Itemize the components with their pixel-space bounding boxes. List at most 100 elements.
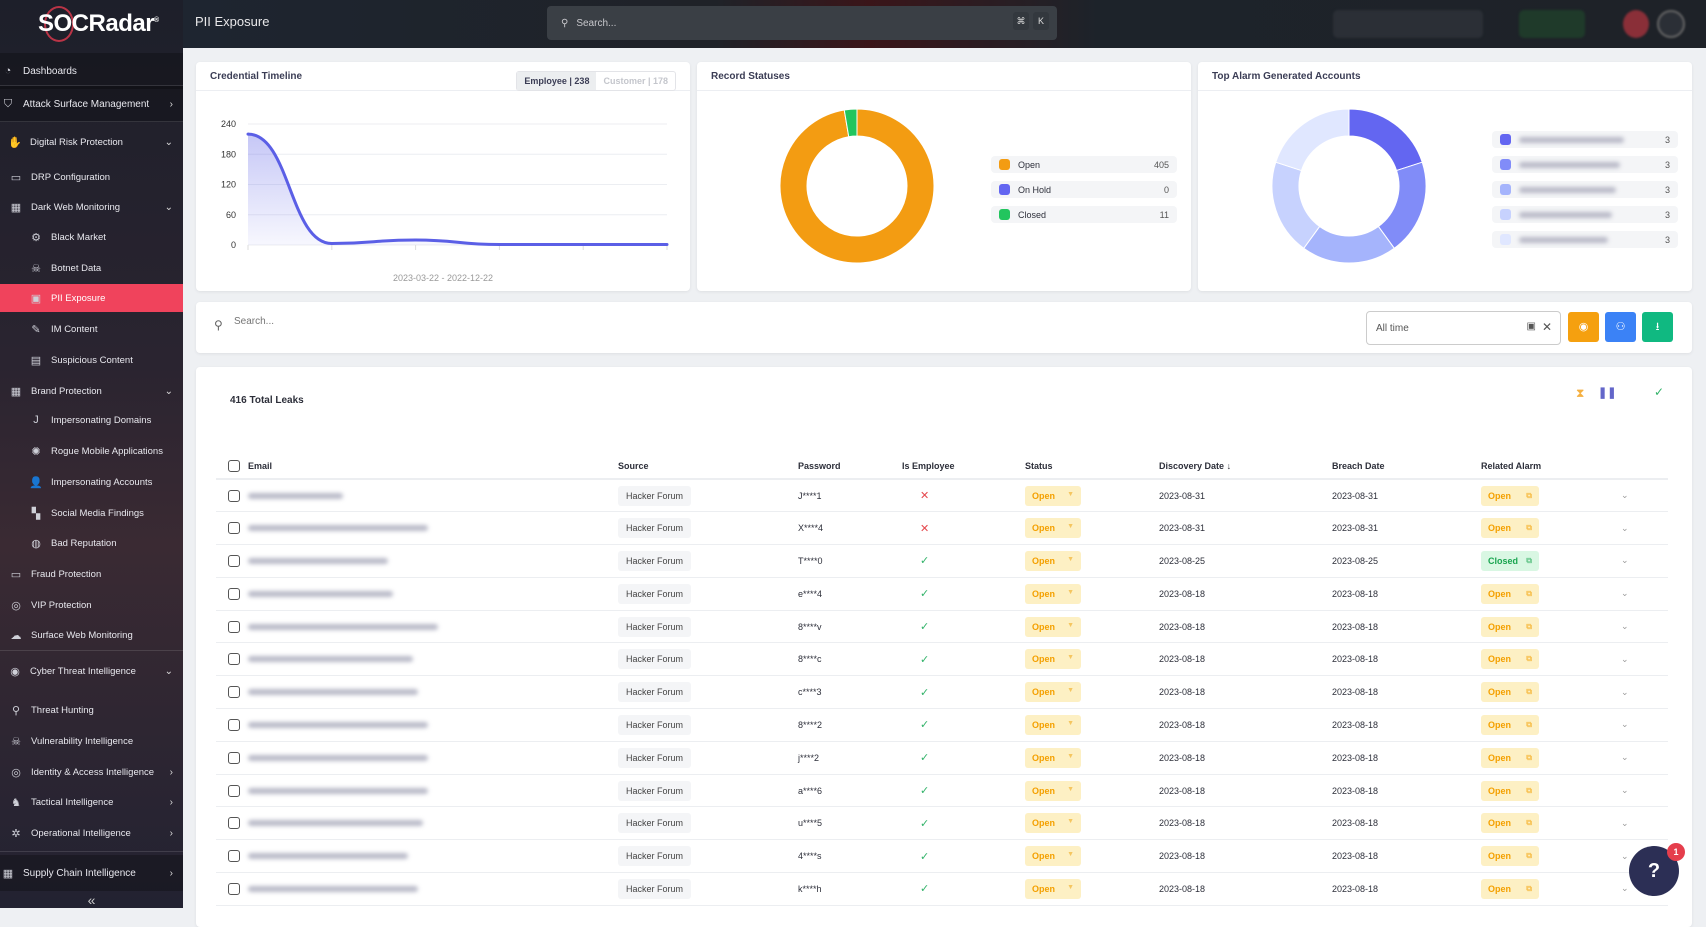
sidebar-item-surface-web-monitoring[interactable]: ☁ Surface Web Monitoring: [0, 621, 183, 649]
sidebar-item-bad-reputation[interactable]: ◍ Bad Reputation: [0, 529, 183, 557]
chevron-icon[interactable]: ›: [170, 868, 173, 879]
sidebar-item-suspicious-content[interactable]: ▤ Suspicious Content: [0, 346, 183, 374]
expand-row-icon[interactable]: ⌄: [1621, 687, 1629, 697]
socradar-logo[interactable]: SOCRadar®: [38, 6, 159, 42]
sort-desc-icon[interactable]: ↓: [1227, 461, 1232, 471]
global-search[interactable]: ⚲ Search... ⌘ K: [547, 6, 1057, 40]
row-checkbox[interactable]: [228, 653, 240, 666]
email-redacted[interactable]: [248, 590, 393, 597]
donut-slice[interactable]: [1348, 108, 1423, 172]
user-settings-button[interactable]: ⚇: [1605, 312, 1636, 342]
expand-row-icon[interactable]: ⌄: [1621, 851, 1629, 861]
legend-item[interactable]: 3: [1492, 131, 1678, 148]
table-row[interactable]: Hacker Forum 8****v ✓ Open ▼ 2023-08-18 2…: [216, 610, 1668, 644]
donut-slice[interactable]: [1275, 108, 1350, 172]
collapse-icon[interactable]: «: [88, 892, 96, 908]
sidebar-item-cyber-threat-intelligence[interactable]: ◉ Cyber Threat Intelligence ⌄: [0, 657, 183, 685]
status-dropdown[interactable]: Open ▼: [1025, 616, 1081, 637]
row-checkbox[interactable]: [228, 850, 240, 863]
status-dropdown[interactable]: Open ▼: [1025, 518, 1081, 539]
status-dropdown[interactable]: Open ▼: [1025, 485, 1081, 506]
row-checkbox[interactable]: [228, 522, 240, 535]
email-redacted[interactable]: [248, 689, 418, 696]
table-row[interactable]: Hacker Forum u****5 ✓ Open ▼ 2023-08-18 2…: [216, 806, 1668, 841]
table-row[interactable]: Hacker Forum 8****2 ✓ Open ▼ 2023-08-18 2…: [216, 708, 1668, 742]
legend-item[interactable]: 3: [1492, 156, 1678, 173]
hourglass-icon[interactable]: ⧗: [1576, 386, 1584, 401]
timeline-point[interactable]: [414, 238, 418, 242]
help-chat-button[interactable]: ? 1: [1629, 843, 1685, 896]
expand-row-icon[interactable]: ⌄: [1621, 621, 1629, 631]
collapse-sidebar-button[interactable]: «: [0, 886, 183, 914]
col-status[interactable]: Status: [1025, 453, 1159, 480]
row-checkbox[interactable]: [228, 489, 240, 502]
company-selector[interactable]: [1333, 10, 1483, 38]
related-alarm-link[interactable]: Open ⧉: [1481, 846, 1539, 867]
tab-customer[interactable]: Customer | 178: [596, 72, 675, 90]
related-alarm-link[interactable]: Open ⧉: [1481, 518, 1539, 539]
sidebar-item-fraud-protection[interactable]: ▭ Fraud Protection: [0, 560, 183, 588]
legend-item[interactable]: 3: [1492, 231, 1678, 248]
status-button[interactable]: [1519, 10, 1585, 38]
timeline-point[interactable]: [581, 242, 585, 246]
row-checkbox[interactable]: [228, 554, 240, 567]
chevron-icon[interactable]: ⌄: [165, 386, 173, 397]
sidebar-item-attack-surface-management[interactable]: ⛉ Attack Surface Management ›: [0, 86, 183, 122]
table-row[interactable]: Hacker Forum k****h ✓ Open ▼ 2023-08-18 2…: [216, 872, 1668, 906]
chevron-icon[interactable]: ⌄: [165, 137, 173, 148]
user-avatar[interactable]: [1657, 10, 1685, 38]
email-redacted[interactable]: [248, 853, 408, 860]
sidebar-item-brand-protection[interactable]: ▦ Brand Protection ⌄: [0, 377, 183, 405]
sidebar-item-impersonating-accounts[interactable]: 👤 Impersonating Accounts: [0, 468, 183, 496]
related-alarm-link[interactable]: Open ⧉: [1481, 616, 1539, 637]
sidebar-item-black-market[interactable]: ⚙ Black Market: [0, 223, 183, 251]
related-alarm-link[interactable]: Closed ⧉: [1481, 550, 1539, 571]
table-row[interactable]: Hacker Forum 8****c ✓ Open ▼ 2023-08-18 2…: [216, 642, 1668, 677]
expand-row-icon[interactable]: ⌄: [1621, 588, 1629, 598]
email-redacted[interactable]: [248, 820, 423, 827]
table-row[interactable]: Hacker Forum j****2 ✓ Open ▼ 2023-08-18 2…: [216, 741, 1668, 775]
chevron-icon[interactable]: ⌄: [165, 666, 173, 677]
row-checkbox[interactable]: [228, 718, 240, 731]
status-dropdown[interactable]: Open ▼: [1025, 583, 1081, 604]
table-row[interactable]: Hacker Forum 4****s ✓ Open ▼ 2023-08-18 2…: [216, 839, 1668, 874]
status-dropdown[interactable]: Open ▼: [1025, 846, 1081, 867]
table-row[interactable]: Hacker Forum c****3 ✓ Open ▼ 2023-08-18 2…: [216, 675, 1668, 710]
legend-item[interactable]: 3: [1492, 206, 1678, 223]
legend-item[interactable]: Open 405: [991, 156, 1177, 173]
timeline-point[interactable]: [665, 242, 669, 246]
select-all-checkbox[interactable]: [228, 459, 240, 472]
legend-item[interactable]: On Hold 0: [991, 181, 1177, 198]
table-row[interactable]: Hacker Forum J****1 ✕ Open ▼ 2023-08-31 2…: [216, 479, 1668, 513]
related-alarm-link[interactable]: Open ⧉: [1481, 747, 1539, 768]
col-password[interactable]: Password: [798, 453, 902, 480]
email-redacted[interactable]: [248, 787, 428, 794]
leaks-search-input[interactable]: [234, 316, 834, 327]
download-button[interactable]: ⭳: [1642, 312, 1673, 342]
expand-row-icon[interactable]: ⌄: [1621, 654, 1629, 664]
chevron-icon[interactable]: ›: [170, 99, 173, 110]
email-redacted[interactable]: [248, 525, 428, 532]
row-checkbox[interactable]: [228, 620, 240, 633]
email-redacted[interactable]: [248, 656, 413, 663]
chevron-icon[interactable]: ›: [170, 767, 173, 778]
expand-row-icon[interactable]: ⌄: [1621, 752, 1629, 762]
notifications-icon[interactable]: [1623, 10, 1649, 38]
expand-row-icon[interactable]: ⌄: [1621, 719, 1629, 729]
status-dropdown[interactable]: Open ▼: [1025, 813, 1081, 834]
sidebar-item-social-media-findings[interactable]: ▚ Social Media Findings: [0, 499, 183, 527]
calendar-icon[interactable]: ▣: [1527, 321, 1536, 332]
col-discovery-date[interactable]: Discovery Date ↓: [1159, 453, 1332, 480]
donut-slice[interactable]: [1303, 225, 1395, 264]
timeline-point[interactable]: [497, 242, 501, 246]
hide-button[interactable]: ◉: [1568, 312, 1599, 342]
col-email[interactable]: Email: [240, 453, 618, 480]
email-redacted[interactable]: [248, 885, 418, 892]
status-dropdown[interactable]: Open ▼: [1025, 714, 1081, 735]
table-row[interactable]: Hacker Forum X****4 ✕ Open ▼ 2023-08-31 2…: [216, 511, 1668, 546]
chevron-icon[interactable]: ›: [170, 797, 173, 808]
related-alarm-link[interactable]: Open ⧉: [1481, 649, 1539, 670]
pause-icon[interactable]: ❚❚: [1598, 386, 1616, 399]
related-alarm-link[interactable]: Open ⧉: [1481, 780, 1539, 801]
expand-row-icon[interactable]: ⌄: [1621, 883, 1629, 893]
